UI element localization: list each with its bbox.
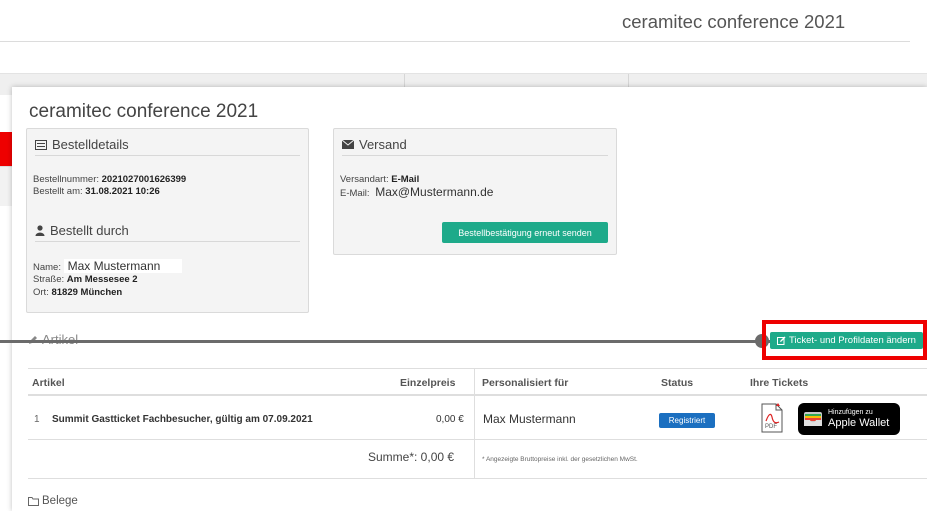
street-line: Straße: Am Messesee 2	[33, 274, 138, 286]
order-details-heading-text: Bestelldetails	[52, 137, 129, 152]
resend-confirmation-button[interactable]: Bestellbestätigung erneut senden	[442, 222, 608, 243]
wallet-line-1: Hinzufügen zu	[828, 409, 873, 416]
column-header-status: Status	[661, 377, 694, 389]
street-label: Straße:	[33, 274, 65, 285]
row-personalized-for: Max Mustermann	[483, 412, 590, 426]
modal-title: ceramitec conference 2021	[29, 101, 259, 122]
status-badge: Registriert	[659, 413, 715, 428]
name-label: Name:	[33, 262, 61, 273]
table-header-bottom-rule	[28, 394, 927, 396]
table-header-top-rule	[28, 368, 927, 369]
order-number-line: Bestellnummer: 2021027001626399	[33, 174, 186, 186]
name-line: Name: Max Mustermann	[33, 259, 183, 274]
table-column-divider	[474, 369, 475, 479]
wallet-line-2: Apple Wallet	[828, 417, 890, 429]
panel-divider	[35, 241, 300, 242]
envelope-icon	[342, 140, 354, 149]
page-header-title: ceramitec conference 2021	[622, 11, 846, 32]
ordered-on-line: Bestellt am: 31.08.2021 10:26	[33, 186, 160, 198]
panel-divider	[342, 155, 608, 156]
order-details-panel: Bestelldetails Bestellnummer: 2021027001…	[26, 128, 309, 313]
header-divider	[0, 41, 910, 42]
wallet-icon	[804, 412, 822, 426]
change-ticket-profile-button[interactable]: Ticket- und Profildaten ändern	[770, 332, 923, 349]
user-icon	[35, 225, 45, 236]
column-header-article: Artikel	[32, 377, 65, 389]
row-unit-price: 0,00 €	[436, 414, 464, 425]
pdf-ticket-download[interactable]: PDF	[761, 403, 785, 433]
row-article-name: Summit Gastticket Fachbesucher, gültig a…	[52, 414, 313, 425]
pdf-label: PDF	[765, 424, 777, 430]
list-icon	[35, 139, 47, 150]
ordered-by-heading: Bestellt durch	[35, 223, 129, 238]
shipping-type-value: E-Mail	[391, 174, 420, 185]
order-number-value: 2021027001626399	[101, 174, 187, 185]
shipping-panel: Versand Versandart: E-Mail E-Mail: Max@M…	[333, 128, 617, 255]
ordered-by-heading-text: Bestellt durch	[50, 223, 129, 238]
row-index: 1	[34, 414, 40, 425]
column-header-unit-price: Einzelpreis	[400, 377, 456, 389]
city-line: Ort: 81829 München	[33, 287, 122, 299]
city-value: 81829 München	[51, 287, 123, 298]
wallet-text: Hinzufügen zu Apple Wallet	[828, 409, 889, 429]
shipping-heading-text: Versand	[359, 137, 407, 152]
column-header-personalized-for: Personalisiert für	[482, 377, 569, 389]
sum-label: Summe*: 0,00 €	[368, 450, 455, 464]
edit-icon	[777, 336, 786, 345]
shipping-type-label: Versandart:	[340, 174, 389, 185]
order-number-label: Bestellnummer:	[33, 174, 99, 185]
shipping-heading: Versand	[342, 137, 407, 152]
price-footnote: * Angezeigte Bruttopreise inkl. der gese…	[482, 456, 638, 463]
city-label: Ort:	[33, 287, 49, 298]
shipping-email-label: E-Mail:	[340, 188, 370, 199]
column-header-tickets: Ihre Tickets	[750, 377, 809, 389]
name-value: Max Mustermann	[63, 259, 183, 273]
order-details-heading: Bestelldetails	[35, 137, 129, 152]
apple-wallet-button[interactable]: Hinzufügen zu Apple Wallet	[798, 403, 900, 435]
table-bottom-rule	[28, 478, 927, 479]
folder-icon	[28, 496, 39, 506]
annotation-connector-line	[0, 340, 770, 343]
change-ticket-profile-label: Ticket- und Profildaten ändern	[789, 335, 916, 346]
panel-divider	[35, 155, 300, 156]
table-row-rule	[28, 439, 927, 440]
street-value: Am Messesee 2	[66, 274, 138, 285]
ordered-on-label: Bestellt am:	[33, 186, 83, 197]
shipping-email-line: E-Mail: Max@Mustermann.de	[340, 186, 493, 200]
ordered-on-value: 31.08.2021 10:26	[85, 186, 160, 197]
shipping-email-value: Max@Mustermann.de	[375, 185, 494, 199]
receipts-label: Belege	[42, 495, 78, 507]
receipts-section[interactable]: Belege	[28, 495, 78, 507]
